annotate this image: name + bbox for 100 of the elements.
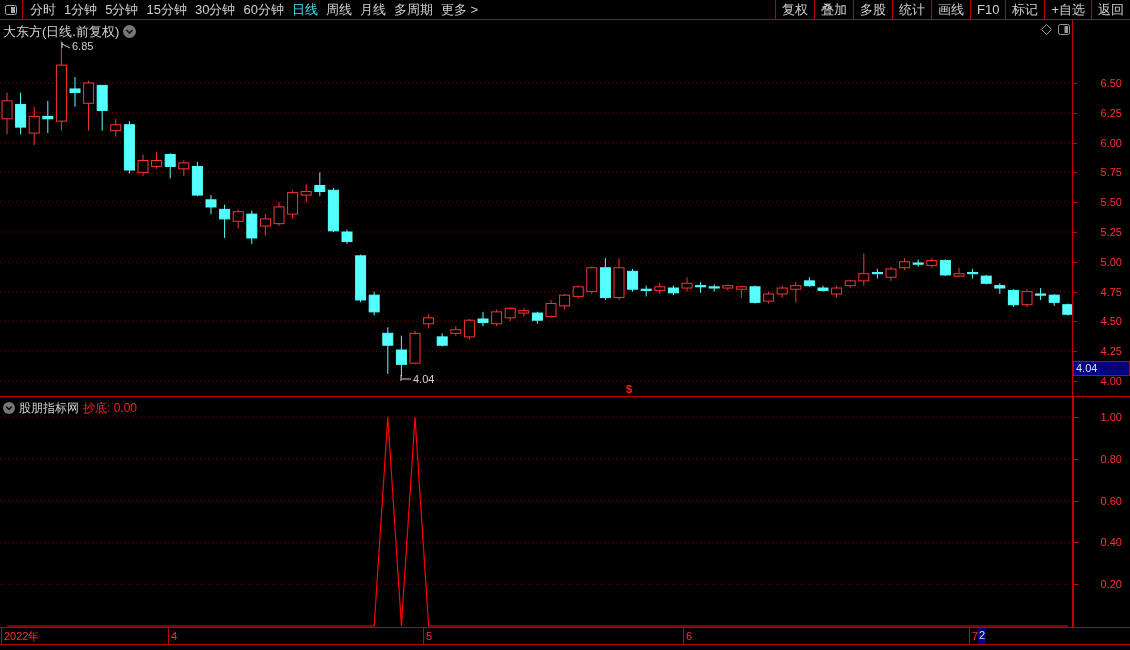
candlestick <box>151 151 163 170</box>
candlestick <box>953 267 965 278</box>
chart-title: 大东方(日线.前复权) <box>3 23 120 41</box>
toolbar-button[interactable]: 画线 <box>931 0 970 19</box>
toolbar-button[interactable]: 返回 <box>1091 0 1130 19</box>
candlestick <box>96 84 108 132</box>
axis-label: 4.00 <box>1100 375 1122 387</box>
toolbar-button[interactable]: 多股 <box>853 0 892 19</box>
candlestick <box>137 154 149 177</box>
date-label: 5 <box>426 629 433 643</box>
period-tab[interactable]: 1分钟 <box>60 0 102 20</box>
axis-label: 6.50 <box>1100 77 1122 89</box>
candlestick <box>559 293 571 310</box>
toolbar-button[interactable]: 复权 <box>775 0 814 19</box>
candlestick <box>504 306 516 322</box>
candlestick <box>912 258 924 268</box>
candlestick <box>69 76 81 108</box>
candlestick <box>681 276 693 293</box>
dropdown-icon[interactable] <box>3 402 15 414</box>
period-tab[interactable]: 5分钟 <box>101 0 143 20</box>
candlestick <box>1035 287 1047 301</box>
period-tab[interactable]: 更多 > <box>436 0 483 20</box>
candlestick <box>531 311 543 325</box>
period-tab[interactable]: 月线 <box>355 0 390 20</box>
axis-label: 5.00 <box>1100 255 1122 268</box>
toolbar-button[interactable]: 标记 <box>1005 0 1045 19</box>
candlestick <box>708 283 720 293</box>
candlestick <box>545 299 557 319</box>
candlestick <box>899 257 911 271</box>
diamond-icon[interactable] <box>1041 24 1052 35</box>
period-tab[interactable]: 30分钟 <box>190 0 240 20</box>
candlestick <box>477 311 489 327</box>
date-label: 7 <box>972 629 979 643</box>
axis-label: 4.50 <box>1100 315 1122 328</box>
period-tab[interactable]: 日线 <box>287 0 322 20</box>
period-tab[interactable]: 15分钟 <box>142 0 191 20</box>
candlestick <box>817 285 829 293</box>
candlestick <box>763 291 775 304</box>
candlestick <box>273 201 285 227</box>
candlestick <box>831 285 843 299</box>
period-tab[interactable]: 周线 <box>321 0 356 20</box>
axis-label: 5.50 <box>1100 196 1122 209</box>
panel-toggle-icon[interactable] <box>5 4 17 15</box>
toolbar-button[interactable]: 叠加 <box>814 0 853 19</box>
leader-line <box>400 374 412 382</box>
axis-label: 4.75 <box>1100 285 1122 298</box>
candlestick <box>667 285 679 296</box>
candlestick <box>423 313 435 330</box>
candlestick <box>695 281 707 294</box>
axis-label: 4.25 <box>1100 345 1122 358</box>
toolbar-button[interactable]: 统计 <box>892 0 931 19</box>
candlestick <box>83 80 95 132</box>
candlestick <box>844 279 856 289</box>
period-tab[interactable]: 多周期 <box>389 0 437 20</box>
candlestick <box>572 285 584 300</box>
candlestick <box>1062 303 1072 316</box>
candlestick <box>749 285 761 304</box>
axis-label: 5.25 <box>1100 226 1122 238</box>
axis-label: 6.25 <box>1100 106 1122 119</box>
candlestick <box>382 326 394 375</box>
candlestick <box>205 194 217 215</box>
candlestick <box>409 330 421 365</box>
candlestick <box>28 106 40 146</box>
toolbar-button[interactable]: F10 <box>970 0 1006 19</box>
candlestick <box>164 152 176 179</box>
last-price-tag: 4.04 <box>1073 361 1130 376</box>
candlestick <box>776 285 788 299</box>
low-price-label: 4.04 <box>413 372 435 387</box>
date-label: 2022年 <box>4 629 40 643</box>
candlestick <box>491 309 503 327</box>
candlestick <box>436 332 448 347</box>
candlestick <box>1 92 13 135</box>
date-label: 6 <box>686 629 693 643</box>
candlestick <box>1021 288 1033 308</box>
date-label: 4 <box>171 629 178 643</box>
signal-mark: $ <box>626 382 633 397</box>
axis-label: 0.20 <box>1100 578 1122 591</box>
candlestick <box>980 274 992 285</box>
toolbar-button[interactable]: +自选 <box>1044 0 1091 19</box>
axis-label: 5.75 <box>1100 166 1122 179</box>
candlestick <box>518 307 530 318</box>
axis-label: 1.00 <box>1100 411 1122 423</box>
leader-line <box>61 41 71 49</box>
candlestick <box>967 268 979 279</box>
candlestick <box>613 257 625 301</box>
indicator-legend: 抄底: 0.00 <box>83 399 138 417</box>
axis-label: 0.60 <box>1100 494 1122 507</box>
candlestick <box>1048 293 1060 307</box>
axis-label: 0.80 <box>1100 452 1122 465</box>
candlestick <box>654 282 666 295</box>
panel-toggle-icon[interactable] <box>1058 24 1070 35</box>
dropdown-icon[interactable] <box>123 25 137 39</box>
candlestick <box>341 229 353 245</box>
cursor-date-tag: 2 <box>978 628 987 644</box>
period-tab[interactable]: 分时 <box>26 0 60 20</box>
period-tab[interactable]: 60分钟 <box>239 0 288 20</box>
candlestick <box>885 266 897 282</box>
axis-label: 6.00 <box>1100 136 1122 149</box>
candlestick <box>395 335 407 377</box>
axis-label: 0.40 <box>1100 536 1122 549</box>
